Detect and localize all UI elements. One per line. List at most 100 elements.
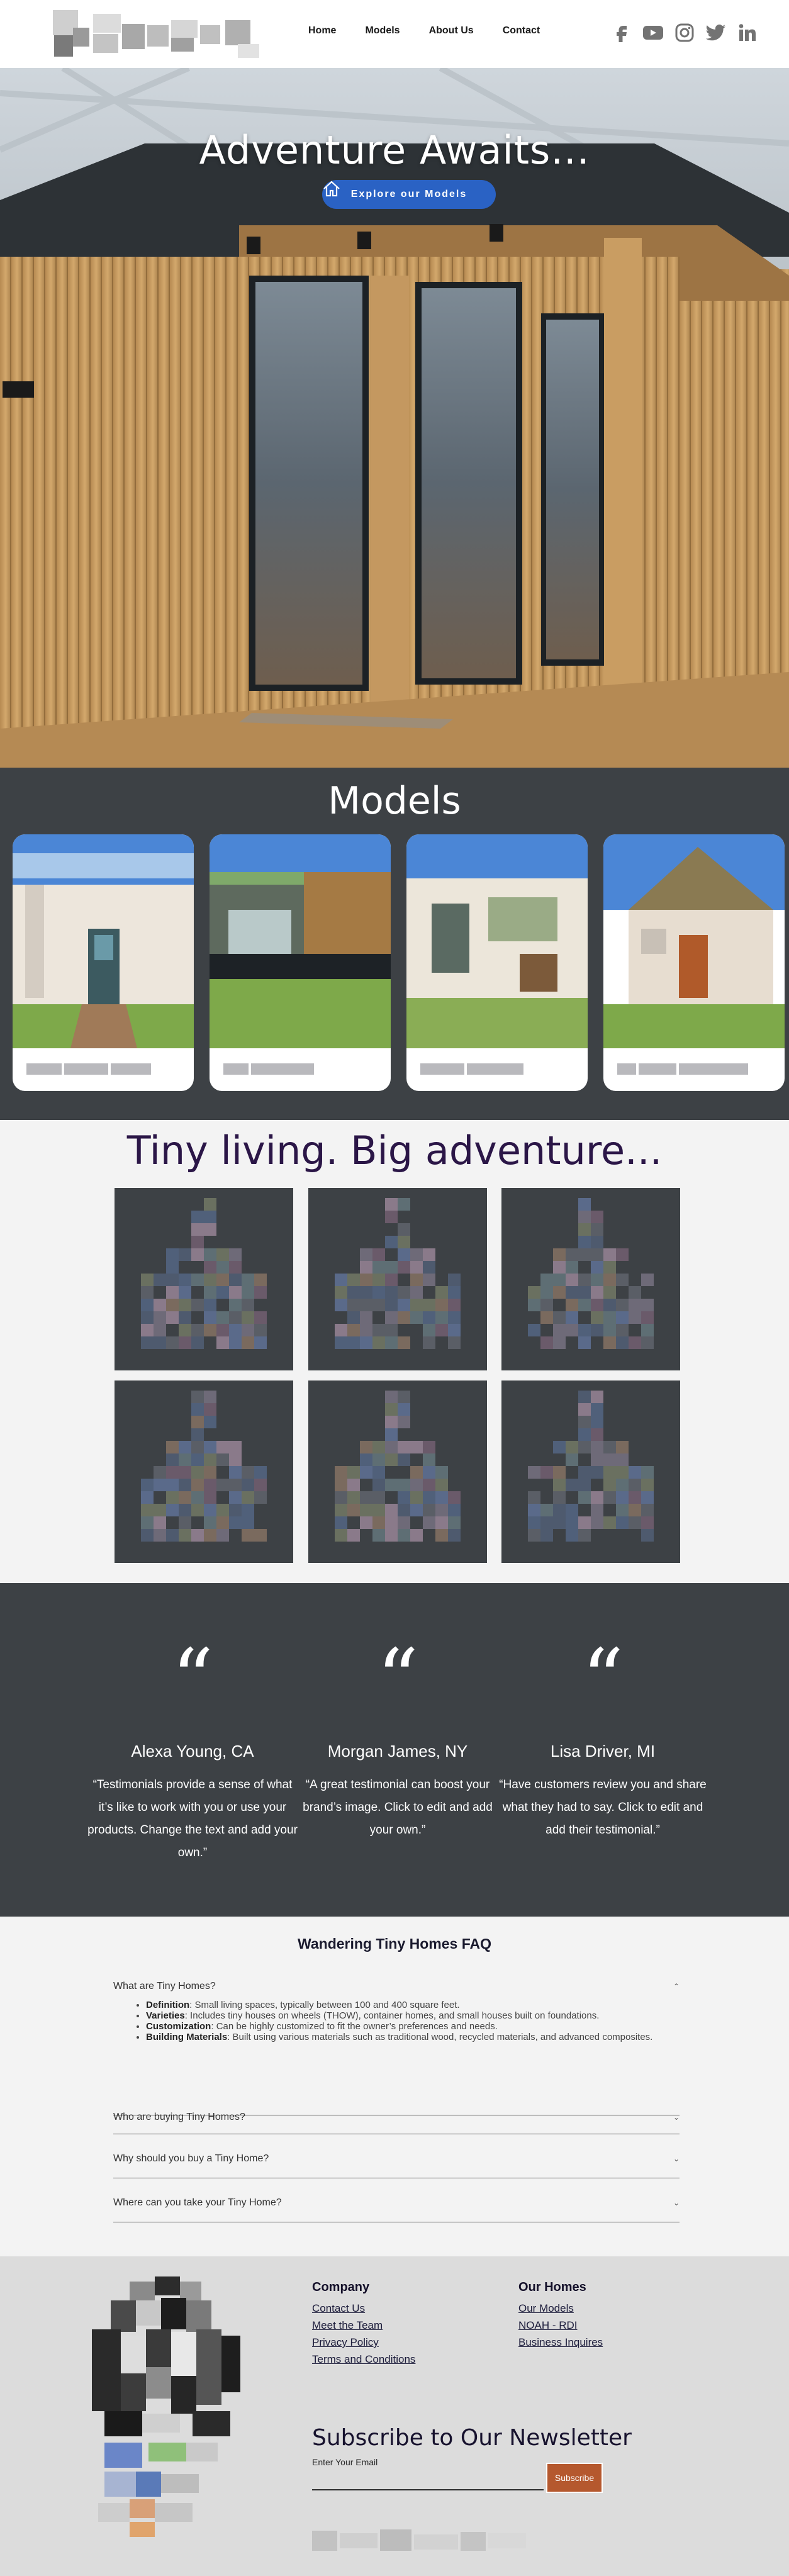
email-input[interactable]: [312, 2472, 544, 2490]
testimonial-name: Morgan James, NY: [327, 1742, 468, 1761]
faq-question[interactable]: Why should you buy a Tiny Home? ⌄: [113, 2149, 680, 2168]
testimonial-name: Alexa Young, CA: [131, 1742, 254, 1761]
faq-question[interactable]: What are Tiny Homes? ⌃: [113, 1977, 680, 1996]
model-card-image: [406, 834, 588, 1053]
site-logo[interactable]: [49, 6, 266, 65]
quote-icon: “: [171, 1631, 214, 1727]
footer-company-title: Company: [312, 2280, 370, 2294]
home-icon: [323, 181, 340, 197]
footer-link-privacy-policy[interactable]: Privacy Policy: [312, 2334, 415, 2351]
footer-link-our-models[interactable]: Our Models: [518, 2300, 603, 2317]
models-title: Models: [328, 779, 461, 823]
youtube-icon[interactable]: [642, 21, 664, 44]
tagline-section: Tiny living. Big adventure...: [0, 1120, 789, 1583]
nav-models[interactable]: Models: [365, 25, 400, 36]
footer-link-business-inquires[interactable]: Business Inquires: [518, 2334, 603, 2351]
faq-question-text: Where can you take your Tiny Home?: [113, 2197, 282, 2208]
testimonial: “ Morgan James, NY “A great testimonial …: [291, 1631, 505, 1842]
footer-link-contact-us[interactable]: Contact Us: [312, 2300, 415, 2317]
model-card-caption: [420, 1063, 565, 1077]
testimonial: “ Alexa Young, CA “Testimonials provide …: [86, 1631, 299, 1864]
faq-section: Wandering Tiny Homes FAQ What are Tiny H…: [0, 1917, 789, 2256]
testimonial-text: “A great testimonial can boost your bran…: [303, 1778, 493, 1837]
footer-our-homes-title: Our Homes: [518, 2280, 586, 2294]
gallery-tile[interactable]: [308, 1188, 487, 1370]
gallery-tile-image: [335, 1391, 461, 1542]
faq-title: Wandering Tiny Homes FAQ: [298, 1935, 491, 1952]
faq-question[interactable]: Who are buying Tiny Homes? ⌄: [113, 2108, 680, 2127]
model-card[interactable]: [406, 834, 588, 1091]
chevron-down-icon[interactable]: ⌄: [673, 2198, 680, 2207]
models-section: Models: [0, 768, 789, 1120]
tagline-title: Tiny living. Big adventure...: [126, 1128, 663, 1173]
gallery-tile[interactable]: [501, 1188, 680, 1370]
footer-bottom-mark: [312, 2529, 526, 2551]
hero-title: Adventure Awaits...: [199, 127, 590, 173]
gallery-tile[interactable]: [308, 1380, 487, 1563]
newsletter-title: Subscribe to Our Newsletter: [312, 2425, 632, 2451]
testimonial-name: Lisa Driver, MI: [550, 1742, 656, 1761]
gallery-tile[interactable]: [115, 1188, 293, 1370]
faq-answer-point: Customization: Can be highly customized …: [146, 2021, 680, 2032]
explore-models-button[interactable]: Explore our Models: [322, 180, 496, 209]
faq-answer-point: Definition: Small living spaces, typical…: [146, 2000, 680, 2010]
faq-item[interactable]: Who are buying Tiny Homes? ⌄: [113, 2093, 680, 2134]
model-card-image: [210, 834, 391, 1053]
footer-link-meet-the-team[interactable]: Meet the Team: [312, 2317, 415, 2334]
model-card[interactable]: [210, 834, 391, 1091]
testimonial-text: “Testimonials provide a sense of what it…: [87, 1778, 298, 1859]
faq-question[interactable]: Where can you take your Tiny Home? ⌄: [113, 2193, 680, 2212]
footer-company: Company Contact Us Meet the Team Privacy…: [312, 2280, 415, 2368]
quote-icon: “: [376, 1631, 419, 1727]
site-header: Home Models About Us Contact: [0, 0, 789, 68]
newsletter-form: Subscribe to Our Newsletter Enter Your E…: [312, 2425, 639, 2493]
chevron-up-icon[interactable]: ⌃: [673, 1982, 680, 1991]
faq-item[interactable]: Why should you buy a Tiny Home? ⌄: [113, 2134, 680, 2178]
gallery-tile-image: [141, 1198, 267, 1349]
nav-contact[interactable]: Contact: [503, 25, 540, 36]
gallery-tile-image: [335, 1198, 461, 1349]
faq-answer-point: Building Materials: Built using various …: [146, 2032, 680, 2042]
model-card-image: [603, 834, 785, 1053]
testimonial-text: “Have customers review you and share wha…: [499, 1778, 707, 1837]
footer-logo: [92, 2276, 240, 2537]
main-nav: Home Models About Us Contact: [308, 25, 569, 36]
nav-home[interactable]: Home: [308, 25, 336, 36]
gallery-tile-image: [141, 1391, 267, 1542]
faq-answer-point: Varieties: Includes tiny houses on wheel…: [146, 2010, 680, 2021]
nav-about-us[interactable]: About Us: [429, 25, 474, 36]
explore-models-label: Explore our Models: [350, 189, 467, 199]
facebook-icon[interactable]: [610, 21, 633, 44]
hero-section: Adventure Awaits... Explore our Models: [0, 68, 789, 768]
site-footer: Company Contact Us Meet the Team Privacy…: [0, 2256, 789, 2576]
gallery-tile[interactable]: [501, 1380, 680, 1563]
footer-our-homes: Our Homes Our Models NOAH - RDI Business…: [518, 2280, 603, 2351]
faq-question-text: Why should you buy a Tiny Home?: [113, 2153, 269, 2164]
footer-link-noah-rdi[interactable]: NOAH - RDI: [518, 2317, 603, 2334]
testimonials-section: “ Alexa Young, CA “Testimonials provide …: [0, 1583, 789, 1917]
twitter-icon[interactable]: [705, 21, 727, 44]
linkedin-icon[interactable]: [736, 21, 759, 44]
faq-question-text: What are Tiny Homes?: [113, 1981, 216, 1991]
chevron-down-icon[interactable]: ⌄: [673, 2154, 680, 2163]
gallery-tile-image: [528, 1391, 654, 1542]
model-card[interactable]: [603, 834, 785, 1091]
faq-answer: Definition: Small living spaces, typical…: [146, 2000, 680, 2042]
model-card[interactable]: [13, 834, 194, 1091]
testimonial: “ Lisa Driver, MI “Have customers review…: [496, 1631, 710, 1842]
gallery-tile-image: [528, 1198, 654, 1349]
faq-question-text: Who are buying Tiny Homes?: [113, 2112, 245, 2122]
subscribe-button[interactable]: Subscribe: [546, 2463, 603, 2493]
model-card-caption: [26, 1063, 171, 1077]
footer-link-terms[interactable]: Terms and Conditions: [312, 2351, 415, 2368]
chevron-down-icon[interactable]: ⌄: [673, 2113, 680, 2122]
model-card-caption: [617, 1063, 762, 1077]
faq-item[interactable]: Where can you take your Tiny Home? ⌄: [113, 2178, 680, 2222]
model-card-caption: [223, 1063, 368, 1077]
quote-icon: “: [581, 1631, 624, 1727]
social-links: [610, 21, 759, 44]
page: Home Models About Us Contact Adventure A…: [0, 0, 789, 2576]
instagram-icon[interactable]: [673, 21, 696, 44]
gallery-tile[interactable]: [115, 1380, 293, 1563]
model-card-image: [13, 834, 194, 1053]
